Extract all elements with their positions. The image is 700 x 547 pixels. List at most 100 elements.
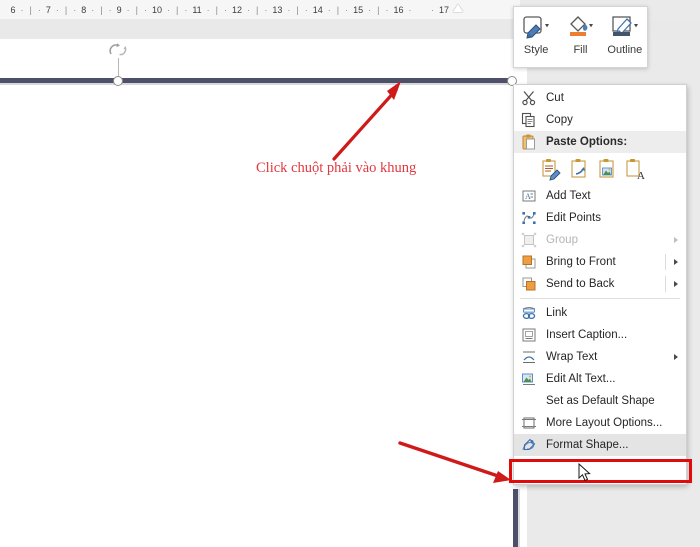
mini-style-label: Style (523, 44, 549, 56)
menu-item-label: Wrap Text (546, 351, 598, 363)
menu-item-more-layout-options[interactable]: More Layout Options... (514, 412, 686, 434)
ruler-tick: | (336, 4, 340, 15)
shape-vertical-edge-shadow (518, 489, 520, 547)
word-document-window: 6 · | · 7 · | · 8 · | · 9 · | · 10 · | ·… (0, 0, 700, 547)
menu-item-label: Format Shape... (546, 439, 629, 451)
layout-options-icon (520, 414, 538, 432)
ruler-tick: | (215, 4, 218, 15)
ruler-dot: · (91, 4, 95, 15)
svg-text:A: A (637, 170, 645, 181)
mini-fill-button[interactable]: Fill (558, 7, 602, 67)
paste-options-gallery[interactable]: A (514, 153, 686, 185)
menu-item-add-text[interactable]: A Add Text (514, 185, 686, 207)
ruler-number: 16 (393, 4, 404, 15)
ruler-dot: · (247, 4, 251, 15)
no-icon (520, 392, 538, 410)
chevron-right-icon (674, 237, 678, 243)
chevron-right-icon (674, 281, 678, 287)
menu-item-label: Copy (546, 114, 573, 126)
menu-separator (520, 298, 680, 299)
shape-style-icon (521, 12, 551, 42)
menu-item-label: Edit Points (546, 212, 601, 224)
mini-outline-label: Outline (607, 44, 643, 56)
shape-vertical-edge (513, 489, 518, 547)
keep-source-formatting-icon[interactable] (540, 157, 562, 181)
menu-item-link[interactable]: Link (514, 302, 686, 324)
ruler-dot: · (184, 4, 188, 15)
menu-item-cut[interactable]: Cut (514, 87, 686, 109)
mini-fill-label: Fill (573, 44, 588, 56)
menu-item-edit-alt-text[interactable]: Edit Alt Text... (514, 368, 686, 390)
menu-item-insert-caption[interactable]: Insert Caption... (514, 324, 686, 346)
ruler-dot: · (408, 4, 412, 15)
keep-text-only-icon[interactable]: A (624, 157, 646, 181)
picture-icon[interactable] (596, 157, 618, 181)
ruler-dot: · (430, 4, 434, 15)
menu-item-label: Group (546, 234, 578, 246)
ruler-dot: · (166, 4, 170, 15)
menu-item-set-as-default-shape[interactable]: Set as Default Shape (514, 390, 686, 412)
ruler-number: 13 (272, 4, 283, 15)
svg-text:A: A (525, 192, 531, 201)
link-icon (520, 304, 538, 322)
mini-style-button[interactable]: Style (514, 7, 558, 67)
copy-icon (520, 111, 538, 129)
mini-outline-button[interactable]: Outline (603, 7, 647, 67)
menu-item-label: Bring to Front (546, 256, 616, 268)
ruler-tick: | (296, 4, 299, 15)
hanging-indent-marker[interactable] (453, 4, 463, 12)
shape-outline-icon (610, 12, 640, 42)
menu-item-send-to-back[interactable]: Send to Back (514, 273, 686, 295)
rotate-icon[interactable] (108, 42, 128, 59)
menu-item-label: Edit Alt Text... (546, 373, 616, 385)
ruler-dot: · (385, 4, 389, 15)
ruler-dot (414, 5, 428, 15)
bring-to-front-icon (520, 253, 538, 271)
send-to-back-icon (520, 275, 538, 293)
shape-context-menu[interactable]: Cut Copy Paste Options: A A Add Text Edi… (513, 84, 687, 485)
ruler-dot: · (368, 4, 372, 15)
submenu-divider (665, 254, 666, 270)
menu-item-label: More Layout Options... (546, 417, 663, 429)
ruler-dot: · (287, 4, 291, 15)
chevron-right-icon (674, 354, 678, 360)
menu-header-label: Paste Options: (546, 136, 628, 148)
ruler-number: 6 (10, 4, 16, 15)
add-text-icon: A (520, 187, 538, 205)
ruler-tick: | (64, 4, 68, 15)
menu-item-copy[interactable]: Copy (514, 109, 686, 131)
ruler-tick: | (175, 4, 179, 15)
menu-item-wrap-text[interactable]: Wrap Text (514, 346, 686, 368)
ruler-dot: · (55, 4, 59, 15)
group-icon (520, 231, 538, 249)
ruler-dot: · (73, 4, 77, 15)
menu-item-edit-points[interactable]: Edit Points (514, 207, 686, 229)
menu-item-bring-to-front[interactable]: Bring to Front (514, 251, 686, 273)
selected-line-shape[interactable] (0, 78, 516, 83)
menu-item-format-shape[interactable]: Format Shape... (514, 434, 686, 456)
floating-mini-toolbar[interactable]: Style Fill Outline (513, 6, 648, 68)
ruler-dot: · (345, 4, 349, 15)
ruler-dot: · (126, 4, 130, 15)
menu-item-label: Add Text (546, 190, 591, 202)
red-arrow-up (332, 81, 401, 161)
fill-bucket-icon (565, 12, 595, 42)
menu-item-label: Link (546, 307, 568, 319)
ruler-tick: | (256, 4, 259, 15)
shape-middle-handle[interactable] (113, 76, 123, 86)
ruler-number: 17 (438, 4, 449, 15)
ruler-number: 8 (81, 4, 87, 15)
merge-formatting-icon[interactable] (568, 157, 590, 181)
ruler-number: 7 (45, 4, 51, 15)
chevron-right-icon (674, 259, 678, 265)
ruler-tick: | (377, 4, 380, 15)
ruler-number: 15 (353, 4, 364, 15)
ruler-dot: · (206, 4, 210, 15)
ruler-dot: · (327, 4, 331, 15)
menu-item-label: Send to Back (546, 278, 615, 290)
ruler-tick: | (100, 4, 103, 15)
menu-item-group[interactable]: Group (514, 229, 686, 251)
ruler-number: 12 (232, 4, 243, 15)
ruler-tick: | (135, 4, 138, 15)
ruler-track[interactable]: 6 · | · 7 · | · 8 · | · 9 · | · 10 · | ·… (0, 0, 520, 19)
